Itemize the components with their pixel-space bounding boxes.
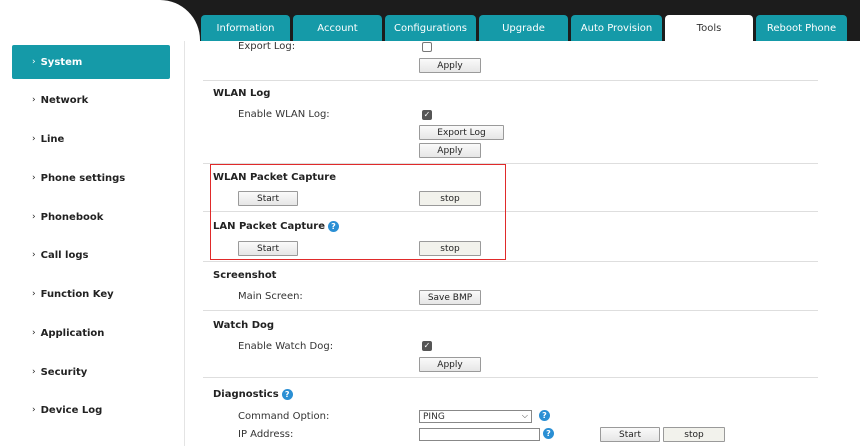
command-option-select[interactable]: PING ⌵ xyxy=(419,410,532,423)
chevron-right-icon: › xyxy=(32,367,36,377)
header-logo-area xyxy=(0,0,200,41)
sidebar-item-label: System xyxy=(40,56,83,68)
main-screen-label: Main Screen: xyxy=(238,291,303,302)
ip-address-input[interactable] xyxy=(419,428,540,441)
export-log-button[interactable]: Export Log xyxy=(419,125,504,140)
divider xyxy=(203,377,818,378)
diagnostics-title-text: Diagnostics xyxy=(213,389,279,400)
chevron-right-icon: › xyxy=(32,134,36,144)
sidebar-item-label: Security xyxy=(40,366,88,378)
tab-auto-provision[interactable]: Auto Provision xyxy=(571,15,662,41)
export-log-apply-button[interactable]: Apply xyxy=(419,58,481,73)
divider xyxy=(203,310,818,311)
enable-wlan-log-label: Enable WLAN Log: xyxy=(238,109,330,120)
sidebar-item-function-key[interactable]: › Function Key xyxy=(12,277,170,311)
chevron-right-icon: › xyxy=(32,173,36,183)
chevron-right-icon: › xyxy=(32,250,36,260)
check-icon: ✓ xyxy=(423,110,431,119)
sidebar-item-network[interactable]: › Network xyxy=(12,83,170,117)
sidebar-item-label: Device Log xyxy=(40,404,103,416)
export-log-checkbox[interactable] xyxy=(422,42,432,52)
sidebar-item-label: Call logs xyxy=(40,249,89,261)
chevron-right-icon: › xyxy=(32,405,36,415)
enable-watch-dog-checkbox[interactable]: ✓ xyxy=(422,341,432,351)
divider xyxy=(203,80,818,81)
save-bmp-button[interactable]: Save BMP xyxy=(419,290,481,305)
tab-information[interactable]: Information xyxy=(201,15,290,41)
sidebar-item-label: Phonebook xyxy=(40,211,104,223)
help-icon[interactable]: ? xyxy=(281,389,293,400)
wlan-log-title: WLAN Log xyxy=(213,88,271,99)
diagnostics-title: Diagnostics ? xyxy=(213,389,293,400)
help-icon[interactable]: ? xyxy=(543,428,554,439)
sidebar-item-label: Application xyxy=(40,327,105,339)
sidebar-item-device-log[interactable]: › Device Log xyxy=(12,393,170,427)
chevron-right-icon: › xyxy=(32,289,36,299)
tab-configurations[interactable]: Configurations xyxy=(385,15,476,41)
ip-address-label: IP Address: xyxy=(238,429,294,440)
sidebar-item-call-logs[interactable]: › Call logs xyxy=(12,238,170,272)
enable-watch-dog-label: Enable Watch Dog: xyxy=(238,341,334,352)
chevron-right-icon: › xyxy=(32,95,36,105)
chevron-down-icon: ⌵ xyxy=(521,411,528,420)
sidebar-item-label: Function Key xyxy=(40,288,114,300)
wlan-log-apply-button[interactable]: Apply xyxy=(419,143,481,158)
watch-dog-title: Watch Dog xyxy=(213,320,275,331)
sidebar-item-label: Phone settings xyxy=(40,172,126,184)
enable-wlan-log-checkbox[interactable]: ✓ xyxy=(422,110,432,120)
chevron-right-icon: › xyxy=(32,212,36,222)
tab-account[interactable]: Account xyxy=(293,15,382,41)
export-log-label: Export Log: xyxy=(238,41,296,52)
sidebar-divider xyxy=(184,41,185,446)
highlight-box xyxy=(210,164,506,260)
sidebar-item-phone-settings[interactable]: › Phone settings xyxy=(12,161,170,195)
diagnostics-start-button[interactable]: Start xyxy=(600,427,660,442)
sidebar-item-security[interactable]: › Security xyxy=(12,355,170,389)
watch-dog-apply-button[interactable]: Apply xyxy=(419,357,481,372)
screenshot-title: Screenshot xyxy=(213,270,277,281)
help-icon[interactable]: ? xyxy=(539,410,550,421)
divider xyxy=(203,261,818,262)
check-icon: ✓ xyxy=(423,341,431,350)
sidebar-item-line[interactable]: › Line xyxy=(12,122,170,156)
command-option-label: Command Option: xyxy=(238,411,330,422)
tab-reboot-phone[interactable]: Reboot Phone xyxy=(756,15,847,41)
chevron-right-icon: › xyxy=(32,57,36,67)
sidebar-item-label: Network xyxy=(40,94,89,106)
sidebar-item-application[interactable]: › Application xyxy=(12,316,170,350)
tools-content: Export Log: Apply WLAN Log Enable WLAN L… xyxy=(203,41,820,446)
command-option-value: PING xyxy=(423,411,445,422)
tab-tools[interactable]: Tools xyxy=(665,15,753,41)
diagnostics-stop-button[interactable]: stop xyxy=(663,427,725,442)
sidebar-item-phonebook[interactable]: › Phonebook xyxy=(12,200,170,234)
sidebar-item-system[interactable]: › System xyxy=(12,45,170,79)
sidebar-item-label: Line xyxy=(40,133,65,145)
tab-upgrade[interactable]: Upgrade xyxy=(479,15,568,41)
chevron-right-icon: › xyxy=(32,328,36,338)
